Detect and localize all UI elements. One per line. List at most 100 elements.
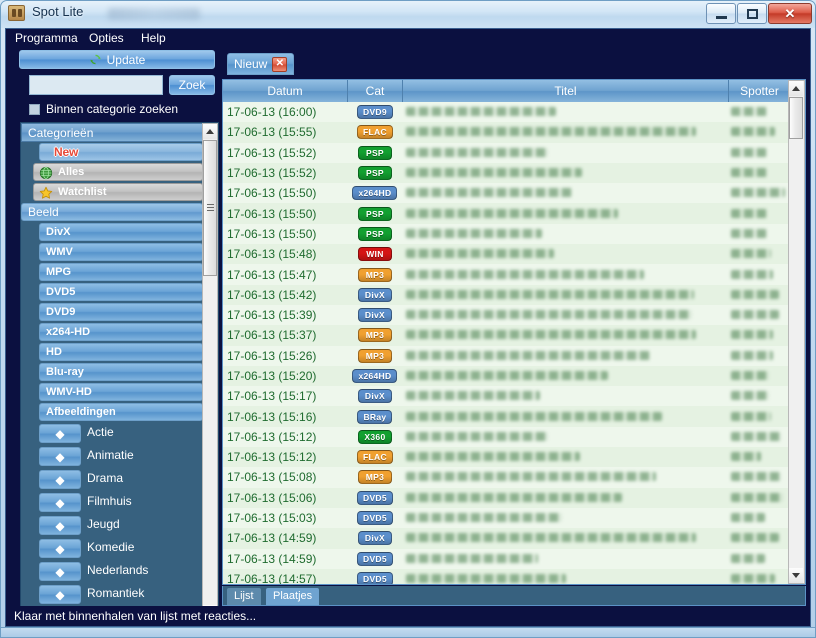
table-row[interactable]: 17-06-13 (15:08) MP3 [223,467,788,487]
genre-globe-icon: ◆ [39,585,81,604]
table-row[interactable]: 17-06-13 (15:39) DivX [223,305,788,325]
genre-item-filmhuis[interactable]: ◆ Filmhuis [21,492,203,515]
genre-item-animatie[interactable]: ◆ Animatie [21,446,203,469]
scroll-up-arrow[interactable] [789,81,803,96]
table-row[interactable]: 17-06-13 (15:17) DivX [223,386,788,406]
table-row[interactable]: 17-06-13 (15:48) WIN [223,244,788,265]
table-row[interactable]: 17-06-13 (14:57) DVD5 [223,568,788,584]
cell-date: 17-06-13 (15:17) [227,389,317,404]
blurred-title-text [406,147,549,157]
globe-icon [39,166,53,180]
table-row[interactable]: 17-06-13 (15:50) PSP [223,203,788,224]
table-row[interactable]: 17-06-13 (15:47) MP3 [223,264,788,284]
table-row[interactable]: 17-06-13 (15:20) x264HD [223,365,788,387]
category-label: Alles [58,166,85,178]
cell-title [402,447,727,467]
table-row[interactable]: 17-06-13 (15:55) FLAC [223,122,788,143]
table-row[interactable]: 17-06-13 (15:12) FLAC [223,447,788,468]
update-button[interactable]: Update [19,50,215,69]
category-item-x264hd[interactable]: x264-HD [21,323,203,343]
search-button[interactable]: Zoek [169,75,215,95]
category-item-wmvhd[interactable]: WMV-HD [21,383,203,403]
category-group-beeld[interactable]: Beeld [21,203,203,223]
cell-spotter [727,407,788,427]
category-item-hd[interactable]: HD [21,343,203,363]
cell-date: 17-06-13 (15:50) [227,206,317,221]
genre-item-actie[interactable]: ◆ Actie [21,423,203,446]
table-row[interactable]: 17-06-13 (15:50) PSP [223,224,788,244]
table-row[interactable]: 17-06-13 (15:06) DVD5 [223,487,788,508]
genre-item-nederlands[interactable]: ◆ Nederlands [21,561,203,584]
table-row[interactable]: 17-06-13 (15:50) x264HD [223,183,788,203]
genre-label: Animatie [87,448,134,462]
table-row[interactable]: 17-06-13 (15:12) X360 [223,427,788,447]
genre-item-drama[interactable]: ◆ Drama [21,469,203,492]
blurred-title-text [406,127,697,137]
category-item-bluray[interactable]: Blu-ray [21,363,203,383]
cell-date: 17-06-13 (15:52) [227,166,317,181]
table-row[interactable]: 17-06-13 (15:26) MP3 [223,346,788,366]
tab-plaatjes[interactable]: Plaatjes [266,588,320,605]
maximize-button[interactable] [737,3,767,24]
blurred-spotter-text [731,107,768,117]
genre-item-romantiek[interactable]: ◆ Romantiek [21,584,203,607]
category-item-divx[interactable]: DivX [21,223,203,243]
column-header-spotter[interactable]: Spotter [729,80,790,102]
category-badge: DVD5 [357,551,393,566]
categories-list[interactable]: New Alles Watchlist Beeld DivX WMV MPG D… [21,143,203,621]
blurred-title-text [406,269,645,279]
table-row[interactable]: 17-06-13 (14:59) DivX [223,528,788,549]
column-header-titel[interactable]: Titel [403,80,729,102]
table-row[interactable]: 17-06-13 (16:00) DVD9 [223,102,788,122]
scrollbar-thumb[interactable] [203,140,217,276]
refresh-icon [89,53,102,66]
blurred-title-text [406,553,539,563]
genre-item-jeugd[interactable]: ◆ Jeugd [21,515,203,538]
tab-nieuw[interactable]: Nieuw ✕ [227,53,295,75]
scroll-up-arrow[interactable] [203,124,217,139]
table-row[interactable]: 17-06-13 (15:42) DivX [223,284,788,305]
category-item-wmv[interactable]: WMV [21,243,203,263]
scroll-down-arrow[interactable] [789,568,803,583]
categories-panel: Categorieën New Alles Watchlist Beeld Di… [20,122,219,622]
column-header-datum[interactable]: Datum [223,80,348,102]
column-header-cat[interactable]: Cat [348,80,403,102]
blurred-spotter-text [731,289,780,299]
cell-title [402,122,727,142]
menu-item-programma[interactable]: Programma [10,31,83,46]
search-in-category-checkbox-row[interactable]: Binnen categorie zoeken [29,101,219,117]
scrollbar-thumb[interactable] [789,97,803,139]
category-item-mpg[interactable]: MPG [21,263,203,283]
table-row[interactable]: 17-06-13 (15:16) BRay [223,406,788,427]
category-item-dvd5[interactable]: DVD5 [21,283,203,303]
genre-globe-icon: ◆ [39,493,81,512]
search-input[interactable] [29,75,163,95]
minimize-button[interactable] [706,3,736,24]
genre-item-komedie[interactable]: ◆ Komedie [21,538,203,561]
search-in-category-checkbox[interactable] [29,103,40,115]
table-row[interactable]: 17-06-13 (15:37) MP3 [223,325,788,346]
table-row[interactable]: 17-06-13 (14:59) DVD5 [223,549,788,569]
category-item-watchlist[interactable]: Watchlist [21,183,203,203]
genre-globe-icon: ◆ [39,447,81,466]
cell-spotter [727,549,788,569]
menu-item-opties[interactable]: Opties [84,31,129,46]
tab-close-icon[interactable]: ✕ [272,56,288,72]
category-item-dvd9[interactable]: DVD9 [21,303,203,323]
table-row[interactable]: 17-06-13 (15:52) PSP [223,162,788,184]
title-bar[interactable]: Spot Lite ✕ [0,0,816,28]
tab-lijst[interactable]: Lijst [227,588,261,605]
close-button[interactable]: ✕ [768,3,812,24]
category-item-afbeeldingen[interactable]: Afbeeldingen [21,403,203,423]
table-row[interactable]: 17-06-13 (15:52) PSP [223,143,788,163]
blurred-spotter-text [731,310,780,320]
category-item-new[interactable]: New [21,143,203,163]
cell-date: 17-06-13 (15:48) [227,247,317,262]
sidebar-scrollbar[interactable] [202,123,218,621]
list-body[interactable]: 17-06-13 (16:00) DVD9 17-06-13 (15:55) FLAC… [223,102,788,584]
menu-item-help[interactable]: Help [136,31,171,46]
category-item-alles[interactable]: Alles [21,163,203,183]
table-row[interactable]: 17-06-13 (15:03) DVD5 [223,508,788,528]
list-scrollbar[interactable] [788,80,805,584]
cell-spotter [727,102,788,122]
